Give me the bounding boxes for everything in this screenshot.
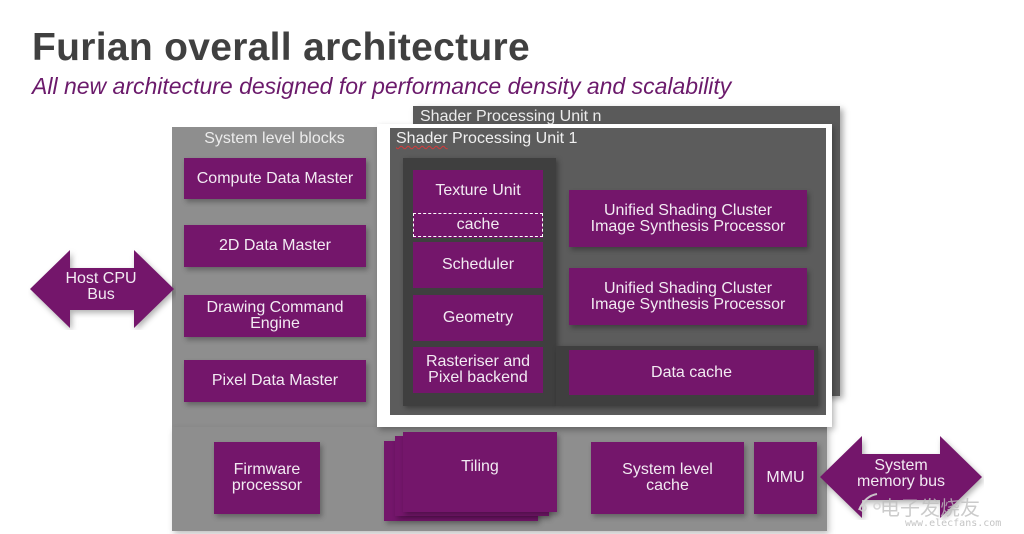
block-label-line1: Firmware	[233, 461, 301, 478]
host-cpu-bus-label: Host CPU Bus	[65, 270, 137, 303]
block-label: Compute Data Master	[196, 169, 354, 187]
compute-data-master-block: Compute Data Master	[184, 158, 366, 199]
watermark-url: www.elecfans.com	[905, 518, 1002, 529]
block-label: MMU	[766, 469, 805, 486]
block-label: Texture Unit	[435, 182, 521, 199]
block-label-line1: Rasteriser and	[425, 353, 531, 370]
block-label-line1: Drawing Command	[206, 299, 344, 316]
block-label: Data cache	[651, 363, 732, 381]
spu-1-label: Shader Processing Unit 1	[396, 130, 578, 147]
rasteriser-block: Rasteriser and Pixel backend	[413, 347, 543, 393]
usc-block-1: Unified Shading Cluster Image Synthesis …	[569, 190, 807, 247]
usc-block-2: Unified Shading Cluster Image Synthesis …	[569, 268, 807, 325]
block-label: Tiling	[461, 458, 499, 475]
texture-cache-block: cache	[413, 213, 543, 237]
block-label-line2: processor	[231, 477, 303, 494]
block-label-line1: System level	[622, 461, 713, 478]
block-label: Geometry	[442, 309, 514, 326]
block-label-line1: Unified Shading Cluster	[603, 279, 773, 297]
mmu-block: MMU	[754, 442, 817, 514]
block-label-line2: cache	[646, 477, 689, 494]
geometry-block: Geometry	[413, 295, 543, 341]
2d-data-master-block: 2D Data Master	[184, 225, 366, 267]
block-label: Scheduler	[441, 256, 515, 273]
block-label: 2D Data Master	[218, 237, 332, 254]
spu-n-label: Shader Processing Unit n	[420, 108, 602, 125]
block-label-line1: Unified Shading Cluster	[603, 201, 773, 219]
data-cache-block: Data cache	[569, 350, 814, 395]
firmware-processor-block: Firmware processor	[214, 442, 320, 514]
slide-subtitle: All new architecture designed for perfor…	[32, 73, 732, 99]
system-level-label: System level blocks	[204, 130, 345, 147]
block-label: Pixel Data Master	[211, 372, 339, 389]
watermark-text: 电子发烧友	[880, 498, 980, 520]
block-label-line2: Image Synthesis Processor	[590, 217, 786, 235]
drawing-command-engine-block: Drawing Command Engine	[184, 295, 366, 337]
pixel-data-master-block: Pixel Data Master	[184, 360, 366, 402]
block-label-line2: Image Synthesis Processor	[590, 295, 786, 313]
slide-title: Furian overall architecture	[32, 26, 530, 69]
system-level-cache-block: System level cache	[591, 442, 744, 514]
tiling-block: Tiling	[403, 432, 557, 512]
scheduler-block: Scheduler	[413, 242, 543, 288]
block-label: cache	[456, 216, 500, 233]
system-memory-bus-label: System memory bus	[856, 457, 946, 490]
block-label-line2: Pixel backend	[428, 369, 528, 386]
block-label-line2: Engine	[250, 315, 300, 332]
